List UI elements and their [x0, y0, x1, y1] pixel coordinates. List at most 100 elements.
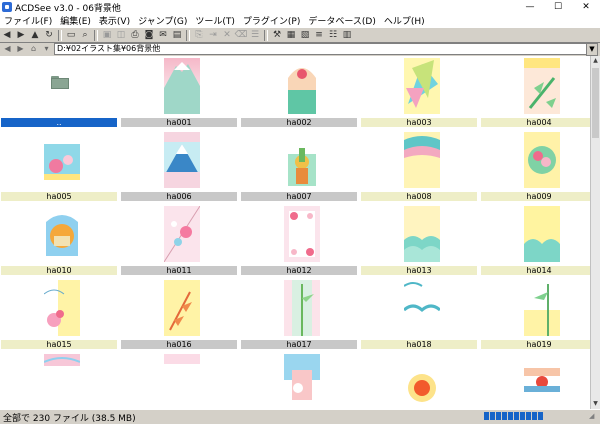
thumbnail-frame — [120, 130, 238, 192]
move-button[interactable]: ⇥ — [207, 30, 219, 41]
thumbnail-item[interactable] — [480, 352, 590, 409]
nav-back-icon[interactable]: ◀ — [2, 44, 13, 54]
menu-view[interactable]: 表示(V) — [95, 14, 134, 27]
menu-edit[interactable]: 編集(E) — [56, 14, 95, 27]
back-button[interactable]: ◀ — [1, 30, 13, 41]
progress-segment — [520, 412, 525, 420]
rename-button[interactable]: ⌫ — [235, 30, 248, 41]
toolbar-separator — [94, 29, 98, 41]
thumbnail-item[interactable] — [360, 352, 478, 409]
close-button[interactable]: ✕ — [572, 0, 600, 14]
path-dropdown-icon[interactable]: ▼ — [586, 43, 598, 56]
scroll-up-icon[interactable]: ▲ — [591, 56, 600, 66]
scan-button[interactable]: ◙ — [143, 30, 155, 41]
find-button[interactable]: ⌕ — [79, 30, 91, 41]
thumbnail-item[interactable]: ha012 — [240, 204, 358, 280]
thumbnail-view-button[interactable]: ▦ — [285, 30, 297, 41]
copy-button[interactable]: ⎘ — [193, 30, 205, 41]
nav-forward-icon[interactable]: ▶ — [15, 44, 26, 54]
progress-segment — [484, 412, 489, 420]
path-input[interactable]: D:¥02イラスト集¥06背景他 — [54, 43, 594, 55]
details-view-button[interactable]: ☷ — [327, 30, 339, 41]
large-icons-button[interactable]: ▧ — [299, 30, 311, 41]
thumbnail-item[interactable]: ha014 — [480, 204, 590, 280]
menu-file[interactable]: ファイル(F) — [0, 14, 56, 27]
thumbnail-item[interactable]: ha001 — [120, 56, 238, 132]
address-bar: ◀ ▶ ⌂ ▾ D:¥02イラスト集¥06背景他 ▼ — [0, 42, 600, 56]
thumbnail-caption: ha007 — [241, 192, 357, 201]
properties-button[interactable]: ☰ — [249, 30, 261, 41]
tools-button[interactable]: ⚒ — [271, 30, 283, 41]
thumbnail-frame — [0, 204, 118, 266]
up-folder-button[interactable]: ▲ — [29, 30, 41, 41]
menu-plugins[interactable]: プラグイン(P) — [239, 14, 304, 27]
thumbnail-frame — [360, 56, 478, 118]
minimize-button[interactable]: — — [516, 0, 544, 14]
thumbnail-image — [284, 280, 320, 336]
menu-help[interactable]: ヘルプ(H) — [380, 14, 429, 27]
thumbnail-item[interactable]: ha009 — [480, 130, 590, 206]
thumbnail-item[interactable]: ha016 — [120, 278, 238, 354]
thumbnail-image — [524, 206, 560, 262]
vertical-scrollbar[interactable]: ▲ ▼ — [590, 56, 600, 409]
progress-segment — [526, 412, 531, 420]
thumbnail-caption: ha004 — [481, 118, 590, 127]
progress-segment — [538, 412, 543, 420]
thumbnail-item[interactable] — [0, 352, 118, 409]
progress-segment — [496, 412, 501, 420]
thumbnail-item[interactable]: ha019 — [480, 278, 590, 354]
thumbnail-item[interactable]: ha013 — [360, 204, 478, 280]
list-view-button[interactable]: ≡ — [313, 30, 325, 41]
delete-button[interactable]: ✕ — [221, 30, 233, 41]
thumbnail-item[interactable]: ha004 — [480, 56, 590, 132]
nav-history-icon[interactable]: ▾ — [41, 44, 52, 54]
thumbnail-frame — [360, 278, 478, 340]
thumbnail-item[interactable]: ha002 — [240, 56, 358, 132]
thumbnail-image — [284, 132, 320, 188]
thumbnail-caption: ha002 — [241, 118, 357, 127]
folder-button[interactable]: ▭ — [65, 30, 77, 41]
thumbnail-image — [44, 206, 80, 262]
resize-grip-icon[interactable]: ◢ — [589, 412, 598, 421]
thumbnail-item[interactable]: ha018 — [360, 278, 478, 354]
nav-home-icon[interactable]: ⌂ — [28, 44, 39, 54]
thumbnail-item[interactable] — [120, 352, 238, 409]
mail-button[interactable]: ✉ — [157, 30, 169, 41]
forward-button[interactable]: ▶ — [15, 30, 27, 41]
thumbnail-image — [284, 354, 320, 409]
slide-button[interactable]: ▤ — [171, 30, 183, 41]
scroll-thumb[interactable] — [592, 68, 599, 138]
wallpaper-button[interactable]: ◫ — [115, 30, 127, 41]
refresh-button[interactable]: ↻ — [43, 30, 55, 41]
thumbnail-item[interactable]: ha015 — [0, 278, 118, 354]
scroll-down-icon[interactable]: ▼ — [591, 399, 600, 409]
thumbnail-item[interactable]: ha008 — [360, 130, 478, 206]
progress-segment — [532, 412, 537, 420]
thumbnail-item[interactable]: ha006 — [120, 130, 238, 206]
thumbnail-item[interactable]: ha003 — [360, 56, 478, 132]
thumbnail-frame — [360, 130, 478, 192]
thumbnail-frame — [0, 278, 118, 340]
thumbnail-frame — [120, 278, 238, 340]
thumbnail-image — [44, 354, 80, 409]
thumbnail-item[interactable]: ha010 — [0, 204, 118, 280]
thumbnail-frame — [360, 204, 478, 266]
menu-go[interactable]: ジャンプ(G) — [134, 14, 191, 27]
thumbnail-item[interactable] — [240, 352, 358, 409]
thumbnail-frame — [480, 278, 590, 340]
thumbnail-item[interactable]: ha017 — [240, 278, 358, 354]
folder-item[interactable]: .. — [0, 56, 118, 132]
thumbnail-image — [164, 206, 200, 262]
grid-view-button[interactable]: ▥ — [341, 30, 353, 41]
menu-tools[interactable]: ツール(T) — [191, 14, 239, 27]
thumbnail-item[interactable]: ha011 — [120, 204, 238, 280]
menu-database[interactable]: データベース(D) — [304, 14, 380, 27]
thumbnail-item[interactable]: ha005 — [0, 130, 118, 206]
thumbnail-image — [164, 354, 200, 409]
thumbnail-item[interactable]: ha007 — [240, 130, 358, 206]
maximize-button[interactable]: ☐ — [544, 0, 572, 14]
thumbnail-caption: ha005 — [1, 192, 117, 201]
thumbnail-image — [404, 132, 440, 188]
print-button[interactable]: ⎙ — [129, 30, 141, 41]
view-button[interactable]: ▣ — [101, 30, 113, 41]
